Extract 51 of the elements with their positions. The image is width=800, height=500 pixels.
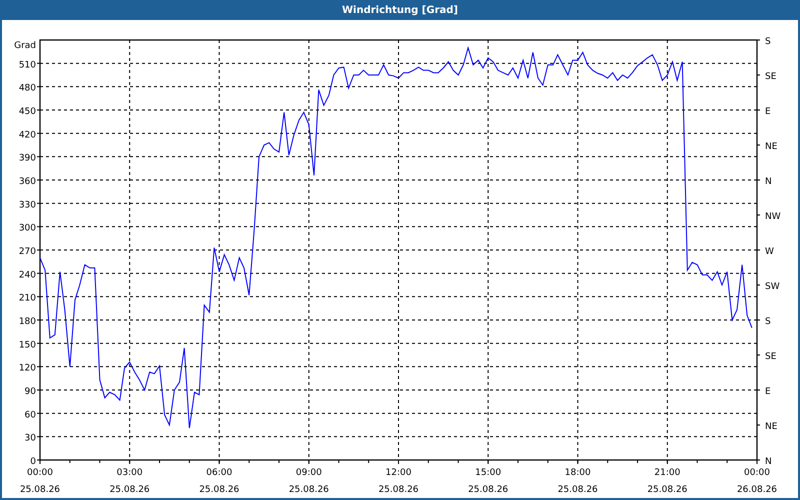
- x-axis-time-label: 03:00: [116, 468, 143, 478]
- y-axis-label: 60: [24, 410, 36, 420]
- x-axis-time-label: 00:00: [27, 468, 53, 478]
- compass-direction-label: SE: [765, 72, 776, 82]
- y-axis-label: 120: [18, 364, 36, 374]
- x-axis-time-label: 12:00: [386, 468, 412, 478]
- y-axis-label: 180: [18, 317, 36, 327]
- x-axis-date-label: 25.08.26: [647, 485, 688, 495]
- x-axis-date-label: 26.08.26: [736, 485, 778, 495]
- y-axis-label: 420: [18, 130, 36, 140]
- x-axis-date-label: 25.08.26: [110, 485, 150, 495]
- x-axis-time-label: 09:00: [296, 468, 322, 478]
- x-axis-date-label: 25.08.26: [20, 485, 60, 495]
- compass-direction-label: NW: [765, 212, 781, 222]
- x-axis-date-label: 25.08.26: [558, 485, 598, 495]
- y-axis-label: 510: [18, 60, 36, 70]
- x-axis-time-label: 18:00: [564, 468, 591, 478]
- window-title: Windrichtung [Grad]: [342, 4, 458, 16]
- x-axis-time-label: 00:00: [744, 468, 770, 478]
- x-axis-date-label: 25.08.26: [468, 485, 508, 495]
- y-axis-label: 0: [30, 457, 36, 467]
- compass-direction-label: NE: [765, 142, 778, 152]
- compass-direction-label: NE: [765, 422, 778, 432]
- compass-direction-label: N: [765, 457, 772, 467]
- compass-direction-label: SW: [765, 282, 780, 292]
- compass-direction-label: S: [765, 37, 771, 47]
- y-axis-label: 360: [18, 177, 36, 187]
- x-axis-date-label: 25.08.26: [288, 485, 329, 495]
- y-axis-label: 240: [18, 270, 36, 280]
- y-axis-title: Grad: [14, 41, 36, 51]
- compass-direction-label: W: [765, 247, 774, 257]
- x-axis-date-label: 25.08.26: [199, 485, 240, 495]
- x-axis-time-label: 21:00: [654, 468, 680, 478]
- y-axis-label: 30: [24, 434, 36, 444]
- x-axis-date-label: 25.08.26: [378, 485, 419, 495]
- y-axis-label: 300: [18, 224, 36, 234]
- compass-direction-label: N: [765, 177, 772, 187]
- y-axis-label: 390: [18, 154, 36, 164]
- y-axis-label: 90: [24, 387, 36, 397]
- y-axis-label: 450: [18, 107, 36, 117]
- compass-direction-label: S: [765, 317, 771, 327]
- y-axis-label: 330: [18, 200, 36, 210]
- x-axis-time-label: 06:00: [206, 468, 232, 478]
- compass-direction-label: SE: [765, 352, 776, 362]
- x-axis-time-label: 15:00: [475, 468, 502, 478]
- y-axis-label: 480: [18, 84, 36, 94]
- y-axis-label: 210: [18, 294, 36, 304]
- compass-direction-label: E: [765, 387, 771, 397]
- y-axis-label: 270: [18, 247, 36, 257]
- y-axis-label: 150: [18, 340, 36, 350]
- compass-direction-label: E: [765, 107, 771, 117]
